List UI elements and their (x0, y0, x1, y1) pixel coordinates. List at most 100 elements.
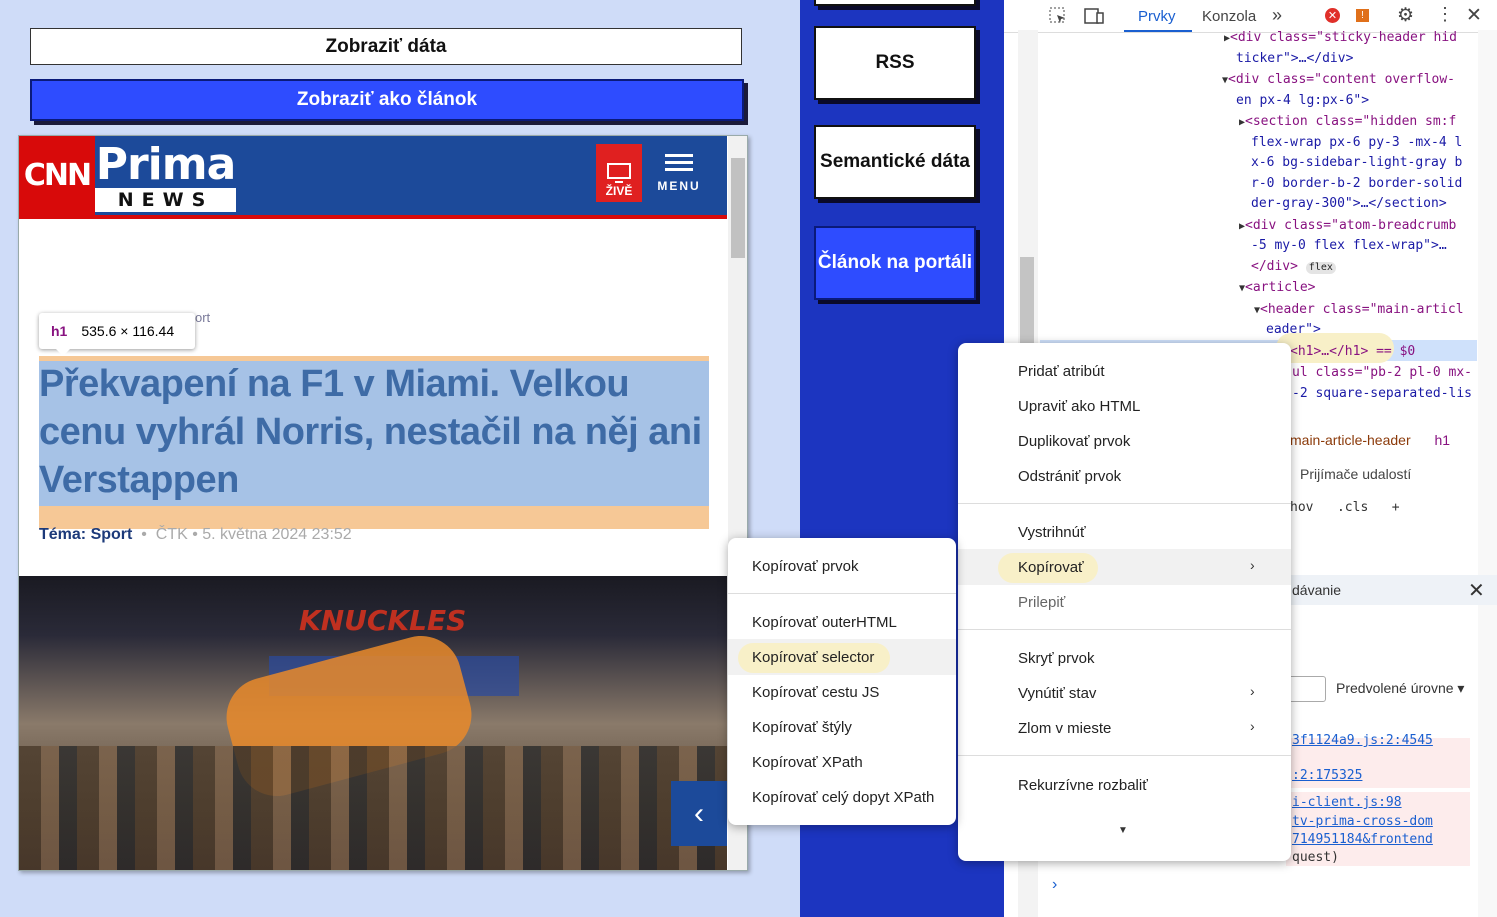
chevron-right-icon: › (1250, 557, 1255, 573)
menu-edit-html[interactable]: Upraviť ako HTML (1018, 398, 1140, 415)
inspect-element-icon[interactable] (1048, 6, 1068, 26)
error-icon[interactable]: ✕ (1325, 8, 1340, 23)
inspect-tooltip: h1 535.6 × 116.44 (39, 313, 195, 349)
console-link[interactable]: i-client.js:98 (1292, 795, 1402, 810)
copy-js-path[interactable]: Kopírovať cestu JS (752, 684, 879, 701)
article-photo: KNUCKLES (19, 576, 727, 870)
selected-h1-node[interactable]: <h1>…</h1> == $0 (1290, 341, 1415, 362)
cls-toggle[interactable]: .cls (1337, 500, 1368, 515)
plus-icon[interactable]: + (1392, 500, 1400, 515)
copy-full-xpath[interactable]: Kopírovať celý dopyt XPath (752, 789, 934, 806)
dom-node[interactable]: ▼<header class="main-articl (1254, 299, 1464, 321)
console-link[interactable]: 714951184&frontend (1292, 832, 1433, 847)
menu-cut[interactable]: Vystrihnúť (1018, 524, 1086, 541)
menu-label: MENU (657, 179, 701, 193)
warning-icon[interactable]: ! (1356, 9, 1369, 22)
menu-force-state[interactable]: Vynútiť stav (1018, 685, 1096, 702)
article-preview-frame: CNN Prima NEWS ŽIVĚ MENU ort Překvapení … (18, 135, 748, 871)
live-button[interactable]: ŽIVĚ (596, 144, 642, 202)
menu-add-attribute[interactable]: Pridať atribút (1018, 363, 1105, 380)
close-icon[interactable]: ✕ (1466, 4, 1482, 27)
copy-xpath[interactable]: Kopírovať XPath (752, 754, 863, 771)
news-logo: NEWS (95, 188, 236, 212)
dom-node-cont: en px-4 lg:px-6"> (1236, 93, 1370, 108)
show-article-button[interactable]: Zobraziť ako článok (30, 79, 744, 121)
dom-node-cont: ticker">…</div> (1236, 51, 1354, 66)
tab-console[interactable]: Konzola (1202, 8, 1256, 25)
more-tabs-icon[interactable]: » (1272, 5, 1282, 26)
console-link[interactable]: tv-prima-cross-dom (1292, 814, 1433, 829)
menu-hide-element[interactable]: Skryť prvok (1018, 650, 1094, 667)
menu-copy[interactable]: Kopírovať (1018, 559, 1084, 576)
tab-elements[interactable]: Prvky (1138, 8, 1176, 25)
console-link[interactable]: :2:175325 (1292, 768, 1362, 783)
console-prompt-icon[interactable]: › (1052, 876, 1057, 894)
chevron-right-icon: › (1250, 683, 1255, 699)
topic-link[interactable]: Téma: Sport (39, 526, 132, 543)
crumb-h1[interactable]: h1 (1435, 432, 1451, 448)
menu-delete[interactable]: Odstrániť prvok (1018, 468, 1121, 485)
copy-outer-html[interactable]: Kopírovať outerHTML (752, 614, 897, 631)
site-header: CNN Prima NEWS ŽIVĚ MENU (19, 136, 727, 219)
styles-toolbar: hov .cls + (1290, 500, 1400, 515)
close-icon[interactable]: ✕ (1468, 578, 1485, 603)
event-listeners-tab[interactable]: Prijímače udalostí (1300, 466, 1411, 482)
dom-node-cont: r-0 border-b-2 border-solid (1251, 176, 1463, 191)
frame-scroll-thumb[interactable] (731, 158, 745, 258)
prima-logo[interactable]: Prima (95, 136, 236, 192)
article-headline: Překvapení na F1 v Miami. Velkou cenu vy… (39, 363, 702, 501)
semantic-data-button[interactable]: Semantické dáta (814, 125, 976, 199)
show-data-button[interactable]: Zobraziť dáta (30, 28, 742, 65)
breadcrumb[interactable]: ort (195, 310, 210, 325)
console-link[interactable]: 3f1124a9.js:2:4545 (1292, 733, 1433, 748)
crumb-header[interactable]: main-article-header (1290, 432, 1411, 448)
hov-toggle[interactable]: hov (1290, 500, 1313, 515)
issues-label: dávanie (1292, 582, 1342, 598)
menu-button[interactable]: MENU (649, 152, 709, 202)
log-levels-select[interactable]: Predvolené úrovne ▾ (1336, 680, 1464, 697)
copy-styles[interactable]: Kopírovať štýly (752, 719, 852, 736)
dom-node[interactable]: ▶<section class="hidden sm:f (1239, 111, 1456, 133)
hamburger-icon (665, 152, 693, 173)
dom-node-cont: x-6 bg-sidebar-light-gray b (1251, 155, 1463, 170)
copy-element[interactable]: Kopírovať prvok (752, 558, 859, 575)
menu-expand-recursively[interactable]: Rekurzívne rozbaliť (1018, 777, 1148, 794)
gallery-prev-button[interactable]: ‹ (671, 781, 727, 846)
menu-separator (728, 593, 956, 594)
dom-node[interactable]: ul class="pb-2 pl-0 mx- (1292, 362, 1472, 383)
menu-separator (958, 503, 1291, 504)
dom-node[interactable]: ▶<div class="atom-breadcrumb (1239, 215, 1456, 237)
devtools-right-scrollbar[interactable] (1478, 30, 1497, 917)
menu-break-on[interactable]: Zlom v mieste (1018, 720, 1111, 737)
date-label: 5. května 2024 23:52 (202, 526, 352, 543)
article-meta: Téma: Sport • ČTK • 5. května 2024 23:52 (39, 526, 352, 544)
live-label: ŽIVĚ (605, 184, 633, 198)
console-filter-input[interactable] (1286, 676, 1326, 702)
devtools-left-scroll-thumb[interactable] (1020, 257, 1034, 347)
flex-badge[interactable]: flex (1305, 262, 1336, 274)
gear-icon[interactable]: ⚙ (1397, 4, 1414, 27)
chevron-right-icon: › (1250, 718, 1255, 734)
dom-node[interactable]: ▶<div class="sticky-header hid (1224, 27, 1457, 49)
context-menu: Pridať atribút Upraviť ako HTML Duplikov… (958, 343, 1291, 861)
rss-button[interactable]: RSS (814, 26, 976, 100)
cnn-logo[interactable]: CNN (19, 136, 95, 215)
tooltip-arrow (55, 348, 71, 356)
menu-separator (958, 755, 1291, 756)
dom-node-cont: der-gray-300">…</section> (1251, 196, 1447, 211)
device-toggle-icon[interactable] (1083, 6, 1105, 26)
source-label: ČTK (155, 526, 188, 543)
scroll-down-icon[interactable]: ▼ (1118, 825, 1128, 836)
tooltip-tag: h1 (51, 323, 68, 339)
copy-selector[interactable]: Kopírovať selector (752, 649, 874, 666)
copy-submenu: Kopírovať prvok Kopírovať outerHTML Kopí… (728, 538, 956, 825)
menu-paste[interactable]: Prilepiť (1018, 594, 1065, 611)
dom-breadcrumbs: main-article-header h1 (1290, 432, 1450, 448)
dom-node[interactable]: ▼<article> (1239, 277, 1315, 299)
portal-article-button[interactable]: Článok na portáli (814, 226, 976, 300)
menu-duplicate[interactable]: Duplikovať prvok (1018, 433, 1130, 450)
dom-node-cont: eader"> (1266, 322, 1321, 337)
kebab-menu-icon[interactable]: ⋮ (1436, 4, 1454, 25)
dom-node[interactable]: ▼<div class="content overflow- (1222, 69, 1455, 91)
top-button-partial[interactable] (814, 0, 976, 6)
